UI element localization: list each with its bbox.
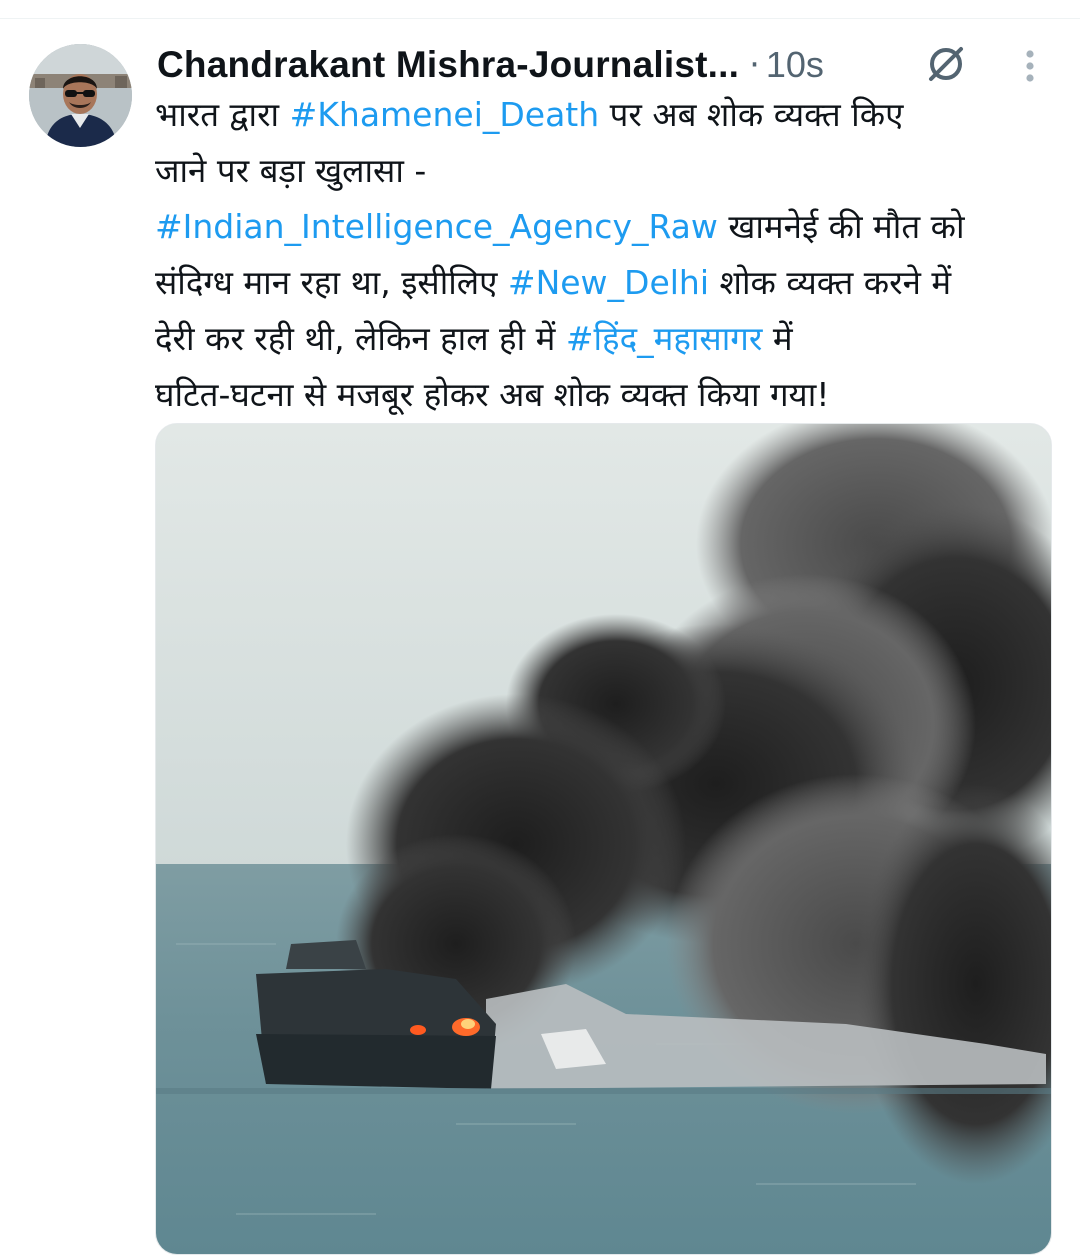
tweet-text-segment: देरी कर रही थी, लेकिन हाल ही में <box>155 319 566 358</box>
tweet-text-segment: में <box>762 319 793 358</box>
hashtag-link[interactable]: #Indian_Intelligence_Agency_Raw <box>155 207 718 246</box>
tweet-text-segment: खामनेई की मौत को <box>717 207 965 246</box>
tweet-text-line: देरी कर रही थी, लेकिन हाल ही में #हिंद_म… <box>155 311 1060 367</box>
grok-icon[interactable] <box>924 42 968 86</box>
hashtag-link[interactable]: #Khamenei_Death <box>290 95 600 134</box>
tweet-header: Chandrakant Mishra-Journalist... · 10s <box>157 40 824 90</box>
tweet-text-segment: भारत द्वारा <box>155 95 290 134</box>
tweet-text-line: घटित-घटना से मजबूर होकर अब शोक व्यक्त कि… <box>155 367 1060 423</box>
timestamp[interactable]: 10s <box>766 44 824 86</box>
tweet[interactable]: Chandrakant Mishra-Journalist... · 10s भ… <box>0 0 1080 1255</box>
separator-dot: · <box>749 45 760 85</box>
tweet-text-segment: जाने पर बड़ा खुलासा - <box>155 151 427 190</box>
more-options-icon[interactable] <box>1020 44 1040 88</box>
tweet-text-line: संदिग्ध मान रहा था, इसीलिए #New_Delhi शो… <box>155 255 1060 311</box>
avatar[interactable] <box>29 44 132 147</box>
tweet-media-photo[interactable] <box>155 423 1052 1255</box>
tweet-text-segment: शोक व्यक्त करने में <box>709 263 952 302</box>
tweet-text-line: जाने पर बड़ा खुलासा - <box>155 143 1060 199</box>
tweet-text-line: #Indian_Intelligence_Agency_Raw खामनेई क… <box>155 199 1060 255</box>
hashtag-link[interactable]: #हिंद_महासागर <box>566 319 762 358</box>
hashtag-link[interactable]: #New_Delhi <box>508 263 709 302</box>
tweet-text-segment: पर अब शोक व्यक्त किए <box>599 95 904 134</box>
tweet-text-line: भारत द्वारा #Khamenei_Death पर अब शोक व्… <box>155 87 1060 143</box>
author-name[interactable]: Chandrakant Mishra-Journalist... <box>157 44 739 86</box>
tweet-text-segment: संदिग्ध मान रहा था, इसीलिए <box>155 263 508 302</box>
tweet-text-segment: घटित-घटना से मजबूर होकर अब शोक व्यक्त कि… <box>155 375 830 414</box>
tweet-text: भारत द्वारा #Khamenei_Death पर अब शोक व्… <box>155 87 1060 423</box>
